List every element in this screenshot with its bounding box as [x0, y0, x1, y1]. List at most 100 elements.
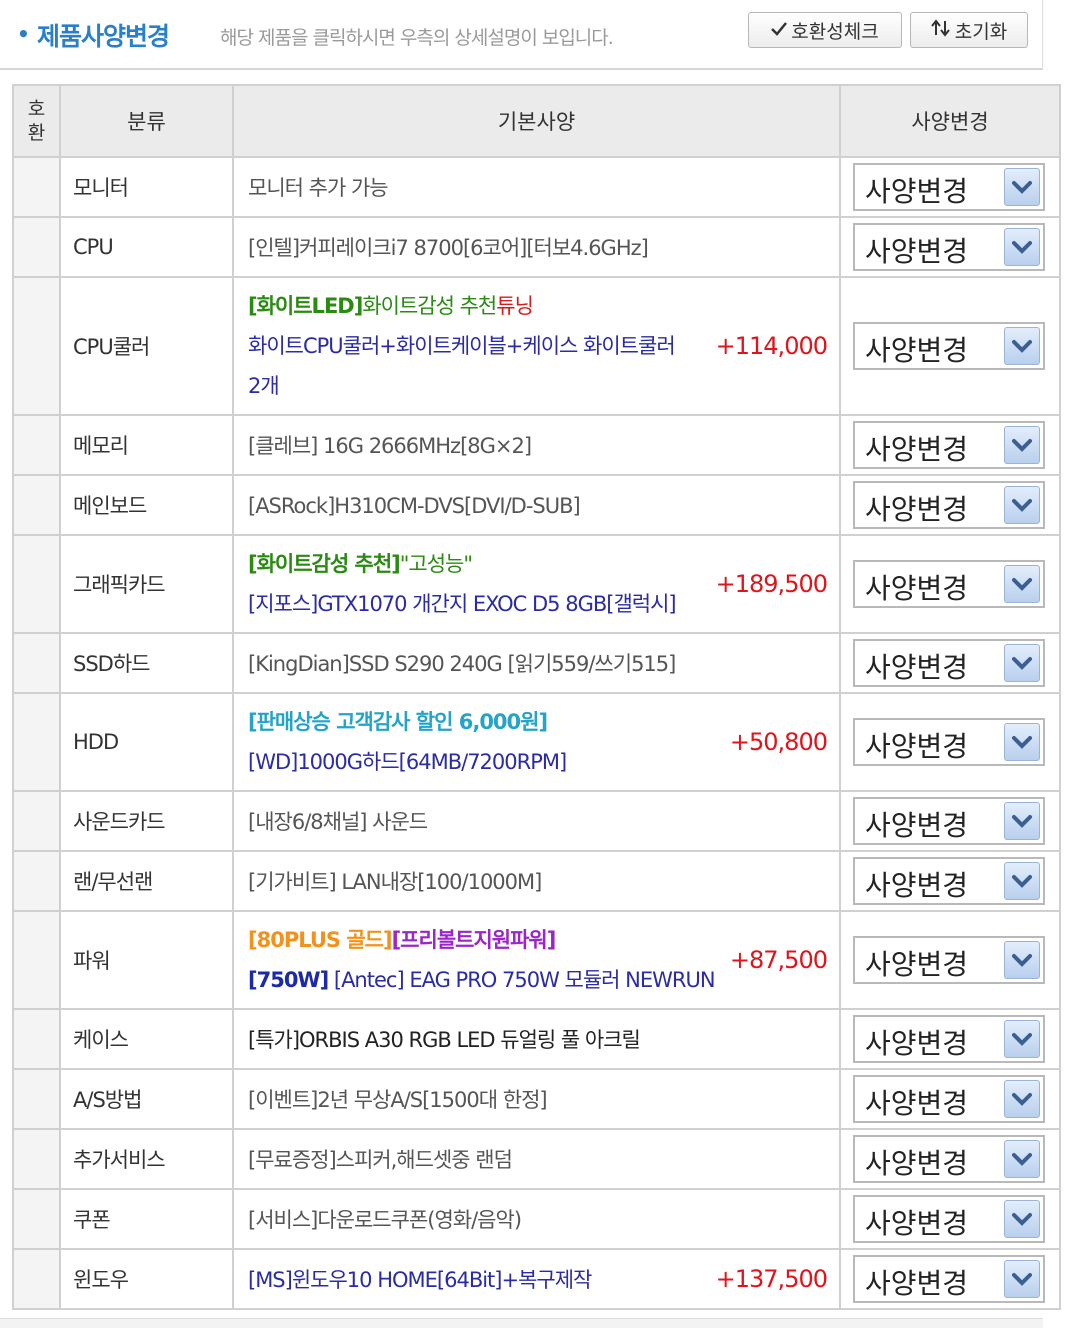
- table-row[interactable]: CPU쿨러 [화이트LED]화이트감성 추천튜닝 화이트CPU쿨러+화이트케이블+케…: [12, 276, 1061, 416]
- spec-cell[interactable]: [이벤트]2년 무상A/S[1500대 한정]: [232, 1068, 841, 1130]
- spec-cell[interactable]: [ASRock]H310CM-DVS[DVI/D-SUB]: [232, 474, 841, 536]
- table-row[interactable]: 그래픽카드 [화이트감성 추천]"고성능" [지포스]GTX1070 개간지 EXO…: [12, 534, 1061, 634]
- chevron-down-icon[interactable]: [1004, 1260, 1040, 1298]
- change-cell: 사양변경: [839, 1248, 1061, 1310]
- chevron-down-icon[interactable]: [1004, 1200, 1040, 1238]
- spec-cell[interactable]: [내장6/8채널] 사운드: [232, 790, 841, 852]
- table-row[interactable]: 메인보드 [ASRock]H310CM-DVS[DVI/D-SUB] 사양변경: [12, 474, 1061, 536]
- spec-cell[interactable]: [특가]ORBIS A30 RGB LED 듀얼링 풀 아크릴: [232, 1008, 841, 1070]
- table-row[interactable]: 메모리 [클레브] 16G 2666MHz[8G×2] 사양변경: [12, 414, 1061, 476]
- spec-change-select[interactable]: 사양변경: [853, 857, 1045, 905]
- spec-text[interactable]: [판매상승 고객감사 할인 6,000원] [WD]1000G하드[64MB/72…: [248, 702, 567, 782]
- spec-change-select[interactable]: 사양변경: [853, 1135, 1045, 1183]
- spec-change-select[interactable]: 사양변경: [853, 421, 1045, 469]
- chevron-down-icon[interactable]: [1004, 486, 1040, 524]
- compat-cell: [12, 692, 61, 792]
- spec-change-select[interactable]: 사양변경: [853, 1015, 1045, 1063]
- spec-line: 모니터 추가 가능: [248, 168, 389, 208]
- spec-text[interactable]: [ASRock]H310CM-DVS[DVI/D-SUB]: [248, 486, 581, 526]
- spec-cell[interactable]: 모니터 추가 가능: [232, 156, 841, 218]
- table-row[interactable]: 추가서비스 [무료증정]스피커,해드셋중 랜덤 사양변경: [12, 1128, 1061, 1190]
- spec-cell[interactable]: [서비스]다운로드쿠폰(영화/음악): [232, 1188, 841, 1250]
- spec-change-select[interactable]: 사양변경: [853, 223, 1045, 271]
- spec-change-select[interactable]: 사양변경: [853, 639, 1045, 687]
- table-row[interactable]: 사운드카드 [내장6/8채널] 사운드 사양변경: [12, 790, 1061, 852]
- select-label: 사양변경: [865, 869, 969, 902]
- spec-text[interactable]: [서비스]다운로드쿠폰(영화/음악): [248, 1200, 522, 1240]
- table-row[interactable]: 윈도우 [MS]윈도우10 HOME[64Bit]+복구제작 +137,500 사양변…: [12, 1248, 1061, 1310]
- spec-change-select[interactable]: 사양변경: [853, 1255, 1045, 1303]
- spec-cell[interactable]: [화이트LED]화이트감성 추천튜닝 화이트CPU쿨러+화이트케이블+케이스 화이…: [232, 276, 841, 416]
- category-cell: 추가서비스: [59, 1128, 234, 1190]
- spec-line: 2개: [248, 366, 675, 406]
- spec-text[interactable]: [80PLUS 골드][프리볼트지원파워] [750W] [Antec] EAG …: [248, 920, 716, 1000]
- category-cell: 그래픽카드: [59, 534, 234, 634]
- table-row[interactable]: 케이스 [특가]ORBIS A30 RGB LED 듀얼링 풀 아크릴 사양변경: [12, 1008, 1061, 1070]
- spec-cell[interactable]: [무료증정]스피커,해드셋중 랜덤: [232, 1128, 841, 1190]
- spec-change-select[interactable]: 사양변경: [853, 560, 1045, 608]
- spec-change-select[interactable]: 사양변경: [853, 797, 1045, 845]
- chevron-down-icon[interactable]: [1004, 1140, 1040, 1178]
- spec-cell[interactable]: [80PLUS 골드][프리볼트지원파워] [750W] [Antec] EAG …: [232, 910, 841, 1010]
- spec-cell[interactable]: [인텔]커피레이크i7 8700[6코어][터보4.6GHz]: [232, 216, 841, 278]
- change-cell: 사양변경: [839, 1068, 1061, 1130]
- spec-line: [WD]1000G하드[64MB/7200RPM]: [248, 742, 567, 782]
- spec-cell[interactable]: [MS]윈도우10 HOME[64Bit]+복구제작 +137,500: [232, 1248, 841, 1310]
- spec-cell[interactable]: [화이트감성 추천]"고성능" [지포스]GTX1070 개간지 EXOC D5 …: [232, 534, 841, 634]
- select-label: 사양변경: [865, 1207, 969, 1240]
- spec-segment: [프리볼트지원파워]: [391, 928, 557, 952]
- chevron-down-icon[interactable]: [1004, 228, 1040, 266]
- spec-cell[interactable]: [기가비트] LAN내장[100/1000M]: [232, 850, 841, 912]
- spec-change-select[interactable]: 사양변경: [853, 481, 1045, 529]
- select-label: 사양변경: [865, 651, 969, 684]
- compat-check-button[interactable]: 호환성체크: [748, 12, 902, 48]
- table-row[interactable]: 랜/무선랜 [기가비트] LAN내장[100/1000M] 사양변경: [12, 850, 1061, 912]
- spec-text[interactable]: [무료증정]스피커,해드셋중 랜덤: [248, 1140, 513, 1180]
- spec-segment: [무료증정]스피커,해드셋중 랜덤: [248, 1147, 513, 1172]
- chevron-down-icon[interactable]: [1004, 565, 1040, 603]
- chevron-down-icon[interactable]: [1004, 1080, 1040, 1118]
- spec-line: [750W] [Antec] EAG PRO 750W 모듈러 NEWRUN: [248, 960, 716, 1000]
- spec-text[interactable]: [기가비트] LAN내장[100/1000M]: [248, 862, 542, 902]
- spec-text[interactable]: 모니터 추가 가능: [248, 168, 389, 208]
- spec-line: [클레브] 16G 2666MHz[8G×2]: [248, 426, 532, 466]
- reset-button[interactable]: 초기화: [910, 12, 1028, 48]
- compat-check-label: 호환성체크: [791, 20, 879, 43]
- spec-change-select[interactable]: 사양변경: [853, 1195, 1045, 1243]
- spec-text[interactable]: [이벤트]2년 무상A/S[1500대 한정]: [248, 1080, 548, 1120]
- spec-cell[interactable]: [판매상승 고객감사 할인 6,000원] [WD]1000G하드[64MB/72…: [232, 692, 841, 792]
- table-row[interactable]: CPU [인텔]커피레이크i7 8700[6코어][터보4.6GHz] 사양변경: [12, 216, 1061, 278]
- spec-text[interactable]: [특가]ORBIS A30 RGB LED 듀얼링 풀 아크릴: [248, 1020, 641, 1060]
- spec-change-select[interactable]: 사양변경: [853, 718, 1045, 766]
- chevron-down-icon[interactable]: [1004, 723, 1040, 761]
- spec-change-select[interactable]: 사양변경: [853, 1075, 1045, 1123]
- table-row[interactable]: 모니터 모니터 추가 가능 사양변경: [12, 156, 1061, 218]
- spec-change-select[interactable]: 사양변경: [853, 322, 1045, 370]
- spec-text[interactable]: [인텔]커피레이크i7 8700[6코어][터보4.6GHz]: [248, 228, 649, 268]
- spec-text[interactable]: [MS]윈도우10 HOME[64Bit]+복구제작: [248, 1260, 592, 1300]
- table-row[interactable]: SSD하드 [KingDian]SSD S290 240G [읽기559/쓰기51…: [12, 632, 1061, 694]
- chevron-down-icon[interactable]: [1004, 426, 1040, 464]
- spec-text[interactable]: [KingDian]SSD S290 240G [읽기559/쓰기515]: [248, 644, 676, 684]
- spec-cell[interactable]: [KingDian]SSD S290 240G [읽기559/쓰기515]: [232, 632, 841, 694]
- spec-segment: 화이트감성 추천: [362, 294, 497, 318]
- spec-change-select[interactable]: 사양변경: [853, 163, 1045, 211]
- chevron-down-icon[interactable]: [1004, 168, 1040, 206]
- chevron-down-icon[interactable]: [1004, 862, 1040, 900]
- table-row[interactable]: HDD [판매상승 고객감사 할인 6,000원] [WD]1000G하드[64MB…: [12, 692, 1061, 792]
- chevron-down-icon[interactable]: [1004, 1020, 1040, 1058]
- chevron-down-icon[interactable]: [1004, 941, 1040, 979]
- spec-text[interactable]: [화이트LED]화이트감성 추천튜닝 화이트CPU쿨러+화이트케이블+케이스 화이…: [248, 286, 676, 406]
- spec-segment: [이벤트]2년 무상A/S[1500대 한정]: [248, 1087, 548, 1112]
- table-row[interactable]: A/S방법 [이벤트]2년 무상A/S[1500대 한정] 사양변경: [12, 1068, 1061, 1130]
- spec-text[interactable]: [화이트감성 추천]"고성능" [지포스]GTX1070 개간지 EXOC D5 …: [248, 544, 677, 624]
- spec-text[interactable]: [클레브] 16G 2666MHz[8G×2]: [248, 426, 532, 466]
- table-row[interactable]: 쿠폰 [서비스]다운로드쿠폰(영화/음악) 사양변경: [12, 1188, 1061, 1250]
- chevron-down-icon[interactable]: [1004, 802, 1040, 840]
- table-row[interactable]: 파워 [80PLUS 골드][프리볼트지원파워] [750W] [Antec] EA…: [12, 910, 1061, 1010]
- chevron-down-icon[interactable]: [1004, 644, 1040, 682]
- spec-text[interactable]: [내장6/8채널] 사운드: [248, 802, 428, 842]
- chevron-down-icon[interactable]: [1004, 327, 1040, 365]
- spec-cell[interactable]: [클레브] 16G 2666MHz[8G×2]: [232, 414, 841, 476]
- spec-change-select[interactable]: 사양변경: [853, 936, 1045, 984]
